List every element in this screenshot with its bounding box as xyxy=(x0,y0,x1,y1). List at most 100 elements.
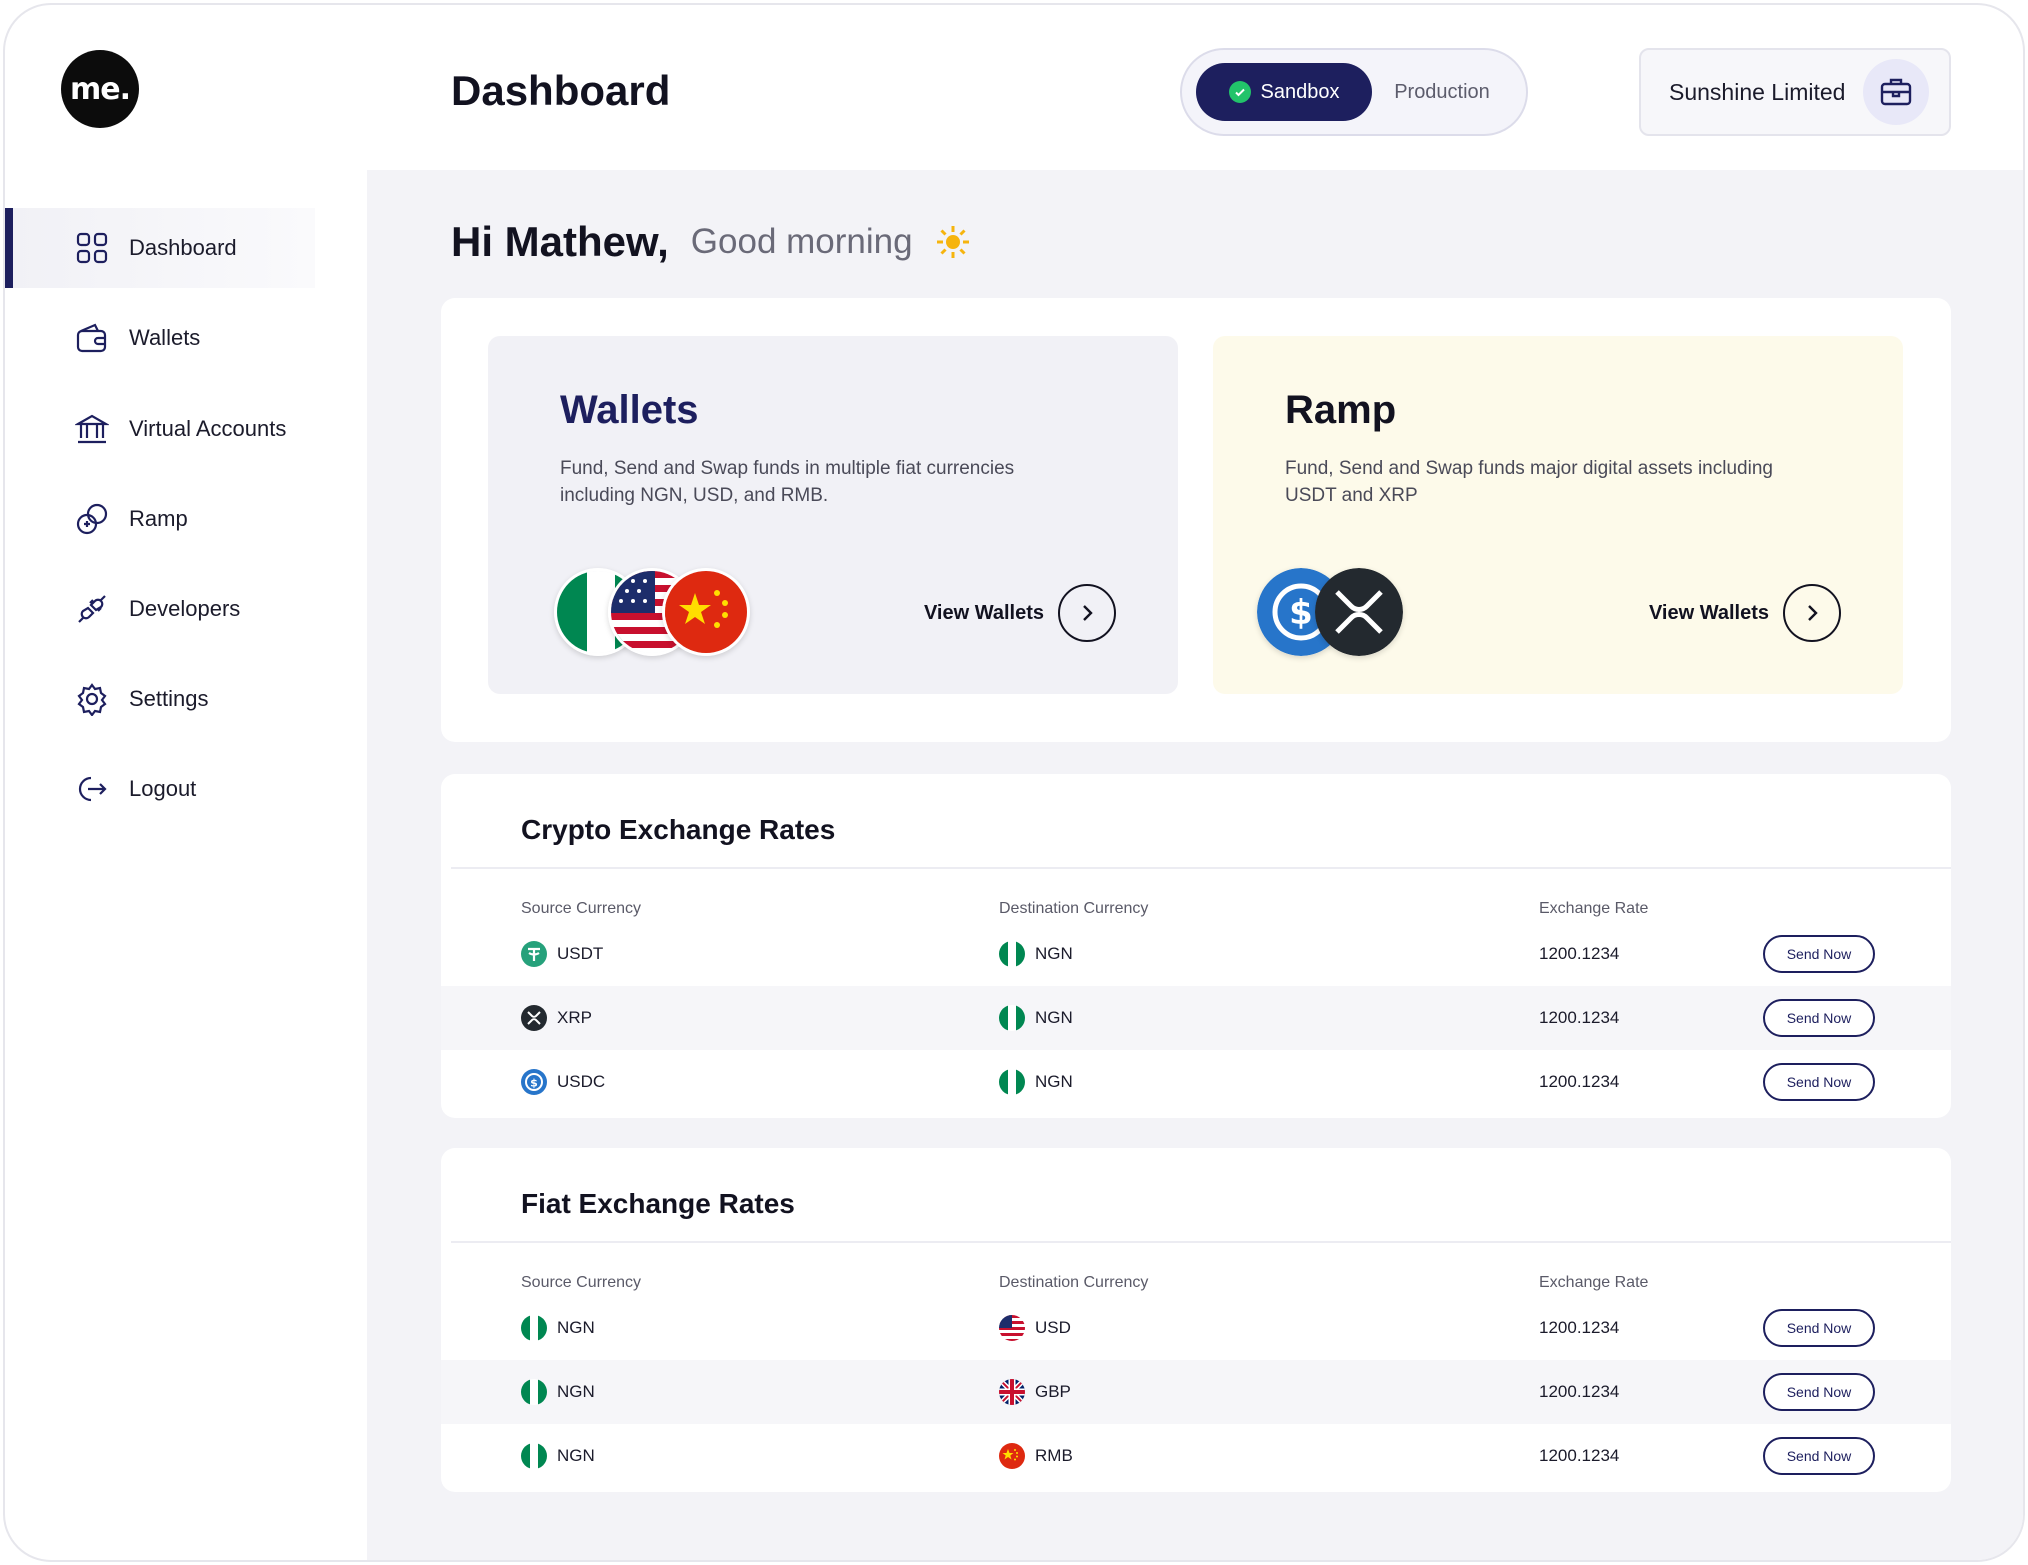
column-header-destination: Destination Currency xyxy=(999,900,1149,917)
fiat-flags xyxy=(554,568,774,658)
exchange-rate: 1200.1234 xyxy=(1539,1382,1620,1401)
sidebar-item-label: Logout xyxy=(129,776,197,801)
source-currency: XRP xyxy=(557,1008,592,1027)
production-button[interactable]: Production xyxy=(1372,81,1512,104)
exchange-rate: 1200.1234 xyxy=(1539,1318,1620,1337)
send-now-button[interactable]: Send Now xyxy=(1763,1063,1875,1101)
send-now-button[interactable]: Send Now xyxy=(1763,1309,1875,1347)
chevron-right-icon xyxy=(1783,584,1841,642)
sidebar-item-label: Developers xyxy=(129,596,241,621)
sidebar-item-dashboard[interactable]: Dashboard xyxy=(5,208,315,288)
nigeria-flag-icon xyxy=(521,1379,547,1405)
table-row: NGN RMB 1200.1234 Send Now xyxy=(441,1424,1951,1488)
fiat-rates-table: Fiat Exchange Rates Source Currency Dest… xyxy=(441,1148,1951,1492)
destination-cell: GBP xyxy=(999,1360,1071,1424)
destination-currency: NGN xyxy=(1035,944,1073,963)
sidebar-item-developers[interactable]: Developers xyxy=(5,569,315,649)
sandbox-label: Sandbox xyxy=(1260,80,1340,103)
wallet-icon xyxy=(76,323,107,353)
usdt-icon xyxy=(521,941,547,967)
send-now-button[interactable]: Send Now xyxy=(1763,1437,1875,1475)
chevron-right-icon xyxy=(1058,584,1116,642)
plug-icon xyxy=(78,595,106,623)
greeting-subtitle: Good morning xyxy=(690,222,913,261)
source-cell: XRP xyxy=(521,986,592,1050)
divider xyxy=(451,867,1951,869)
china-flag-icon xyxy=(662,568,750,656)
sun-icon xyxy=(936,226,969,258)
greeting: Hi Mathew, Good morning xyxy=(451,218,971,266)
view-ramp-label: View Wallets xyxy=(1648,601,1769,624)
destination-currency: RMB xyxy=(1035,1446,1073,1465)
ramp-card: Ramp Fund, Send and Swap funds major dig… xyxy=(1213,336,1903,694)
brand-logo[interactable]: me. xyxy=(61,50,139,128)
destination-currency: NGN xyxy=(1035,1008,1073,1027)
ramp-card-title: Ramp xyxy=(1285,388,1397,432)
sidebar: Dashboard Wallets Virtual Accounts Ramp … xyxy=(5,170,365,1560)
sidebar-item-ramp[interactable]: Ramp xyxy=(5,479,315,559)
crypto-rates-table: Crypto Exchange Rates Source Currency De… xyxy=(441,774,1951,1118)
briefcase-icon xyxy=(1863,59,1929,125)
sidebar-item-label: Wallets xyxy=(129,325,201,350)
us-flag-icon xyxy=(999,1315,1025,1341)
svg-text:$: $ xyxy=(530,1077,538,1090)
nigeria-flag-icon xyxy=(521,1315,547,1341)
table-row: $ USDC NGN 1200.1234 Send Now xyxy=(441,1050,1951,1114)
source-cell: NGN xyxy=(521,1296,595,1360)
destination-cell: USD xyxy=(999,1296,1071,1360)
ramp-icon xyxy=(76,503,108,535)
app-window: me. Dashboard Sandbox Production Sunshin… xyxy=(3,3,2025,1562)
source-currency: NGN xyxy=(557,1318,595,1337)
destination-cell: RMB xyxy=(999,1424,1073,1488)
ramp-card-description: Fund, Send and Swap funds major digital … xyxy=(1285,458,1773,506)
sidebar-item-virtual-accounts[interactable]: Virtual Accounts xyxy=(5,389,315,469)
gear-icon xyxy=(77,683,107,716)
wallets-card: Wallets Fund, Send and Swap funds in mul… xyxy=(488,336,1178,694)
exchange-rate: 1200.1234 xyxy=(1539,1446,1620,1465)
overview-cards: Wallets Fund, Send and Swap funds in mul… xyxy=(441,298,1951,742)
table-row: NGN USD 1200.1234 Send Now xyxy=(441,1296,1951,1360)
exchange-rate: 1200.1234 xyxy=(1539,1072,1620,1091)
send-now-button[interactable]: Send Now xyxy=(1763,935,1875,973)
logout-icon xyxy=(78,776,107,802)
column-header-rate: Exchange Rate xyxy=(1539,1274,1649,1291)
table-row: USDT NGN 1200.1234 Send Now xyxy=(441,922,1951,986)
view-wallets-link[interactable]: View Wallets xyxy=(924,584,1116,642)
environment-toggle: Sandbox Production xyxy=(1180,48,1528,136)
destination-cell: NGN xyxy=(999,1050,1073,1114)
sidebar-item-label: Ramp xyxy=(129,506,188,531)
table-row: XRP NGN 1200.1234 Send Now xyxy=(441,986,1951,1050)
sidebar-item-logout[interactable]: Logout xyxy=(5,749,315,829)
sidebar-item-label: Virtual Accounts xyxy=(129,416,287,441)
column-header-source: Source Currency xyxy=(521,900,642,917)
source-cell: USDT xyxy=(521,922,603,986)
view-wallets-label: View Wallets xyxy=(923,601,1044,624)
xrp-icon xyxy=(1315,568,1403,656)
send-now-button[interactable]: Send Now xyxy=(1763,999,1875,1037)
organization-switcher[interactable]: Sunshine Limited xyxy=(1639,48,1951,136)
sidebar-item-settings[interactable]: Settings xyxy=(5,659,315,739)
sidebar-item-wallets[interactable]: Wallets xyxy=(5,298,315,378)
column-header-destination: Destination Currency xyxy=(999,1274,1149,1291)
source-cell: $ USDC xyxy=(521,1050,605,1114)
destination-cell: NGN xyxy=(999,986,1073,1050)
organization-name: Sunshine Limited xyxy=(1669,78,1846,105)
nigeria-flag-icon xyxy=(999,1069,1025,1095)
view-ramp-link[interactable]: View Wallets xyxy=(1649,584,1841,642)
sandbox-button[interactable]: Sandbox xyxy=(1196,63,1372,121)
source-cell: NGN xyxy=(521,1424,595,1488)
page-title: Dashboard xyxy=(451,67,671,114)
crypto-coins: $ xyxy=(1257,568,1477,658)
logo-text: me. xyxy=(69,71,131,107)
grid-icon xyxy=(76,232,108,264)
destination-currency: USD xyxy=(1035,1318,1071,1337)
send-now-button[interactable]: Send Now xyxy=(1763,1373,1875,1411)
bank-icon xyxy=(75,414,109,444)
uk-flag-icon xyxy=(999,1379,1025,1405)
source-currency: NGN xyxy=(557,1446,595,1465)
sidebar-item-label: Settings xyxy=(129,686,209,711)
wallets-card-title: Wallets xyxy=(560,388,699,432)
greeting-name: Hi Mathew, xyxy=(451,218,669,265)
fiat-rates-title: Fiat Exchange Rates xyxy=(521,1188,795,1219)
source-currency: USDT xyxy=(557,944,604,963)
